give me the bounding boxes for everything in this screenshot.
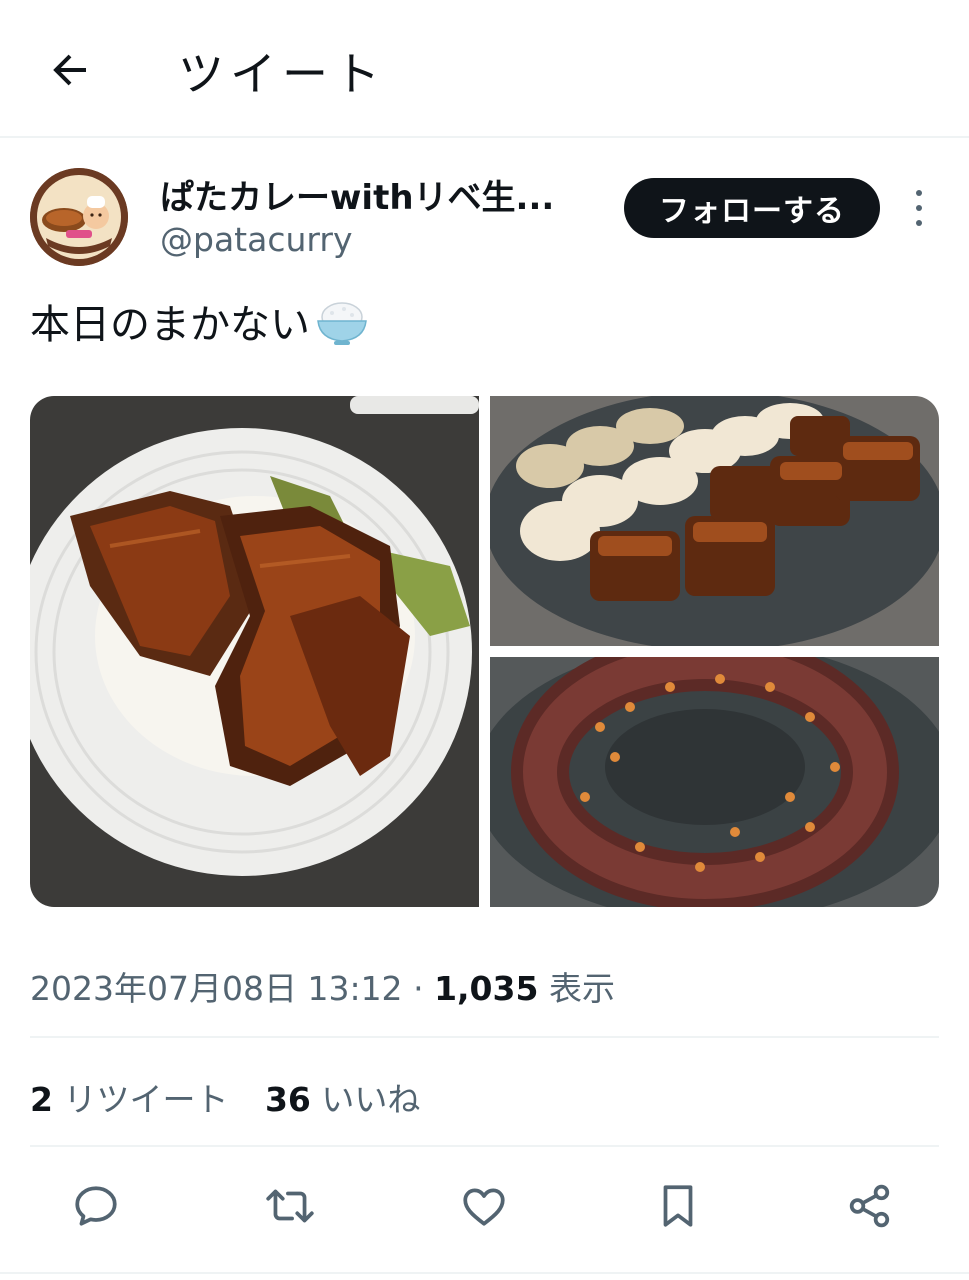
bookmark-button[interactable] (642, 1170, 714, 1242)
media-grid (30, 396, 939, 907)
divider (30, 1145, 939, 1147)
likes-stat[interactable]: 36 いいね (265, 1080, 420, 1119)
like-icon (463, 1188, 505, 1226)
photo-katsuo-tataki[interactable] (490, 657, 939, 907)
engagement-stats: 2 リツイート 36 いいね (30, 1073, 420, 1121)
reply-button[interactable] (60, 1170, 132, 1242)
tweet-body: 本日のまかない (30, 302, 310, 348)
more-dot-icon (916, 190, 922, 197)
tweet-text: 本日のまかない (30, 292, 370, 350)
more-dot-icon (916, 219, 922, 226)
divider (30, 1036, 939, 1038)
retweets-count: 2 (30, 1080, 53, 1119)
views-count: 1,035 (434, 969, 539, 1008)
unagi-don-image (30, 396, 479, 907)
bookmark-icon (663, 1185, 693, 1227)
follow-button[interactable]: フォローする (624, 178, 880, 238)
author-name[interactable]: ぱたカレーwithリベ生... (160, 170, 554, 219)
like-button[interactable] (448, 1170, 520, 1242)
meta-separator: · (413, 969, 424, 1008)
more-dot-icon (916, 204, 922, 211)
retweet-button[interactable] (254, 1170, 326, 1242)
views-label: 表示 (548, 969, 615, 1008)
action-bar (0, 1170, 969, 1250)
sushi-image (490, 396, 939, 646)
share-icon (849, 1184, 890, 1228)
avatar-image (30, 168, 128, 266)
retweets-label: リツイート (63, 1080, 229, 1119)
back-button[interactable] (30, 30, 110, 110)
likes-label: いいね (321, 1080, 421, 1119)
avatar[interactable] (30, 168, 128, 266)
timestamp[interactable]: 2023年07月08日 13:12 (30, 969, 403, 1008)
retweets-stat[interactable]: 2 リツイート (30, 1080, 239, 1119)
retweet-icon (266, 1189, 314, 1223)
divider (0, 1272, 969, 1274)
katsuo-tataki-image (490, 657, 939, 907)
photo-sushi[interactable] (490, 396, 939, 646)
page-title: ツイート (178, 47, 386, 101)
author-handle[interactable]: @patacurry (160, 220, 352, 259)
rice-bowl-icon (317, 302, 367, 345)
likes-count: 36 (264, 1080, 311, 1119)
tweet-meta: 2023年07月08日 13:12 · 1,035 表示 (30, 962, 615, 1010)
share-button[interactable] (834, 1170, 906, 1242)
more-options-button[interactable] (898, 186, 940, 230)
arrow-left-icon (53, 54, 86, 86)
reply-icon (75, 1186, 117, 1226)
photo-unagi-don[interactable] (30, 396, 479, 907)
top-bar: ツイート (0, 0, 969, 138)
